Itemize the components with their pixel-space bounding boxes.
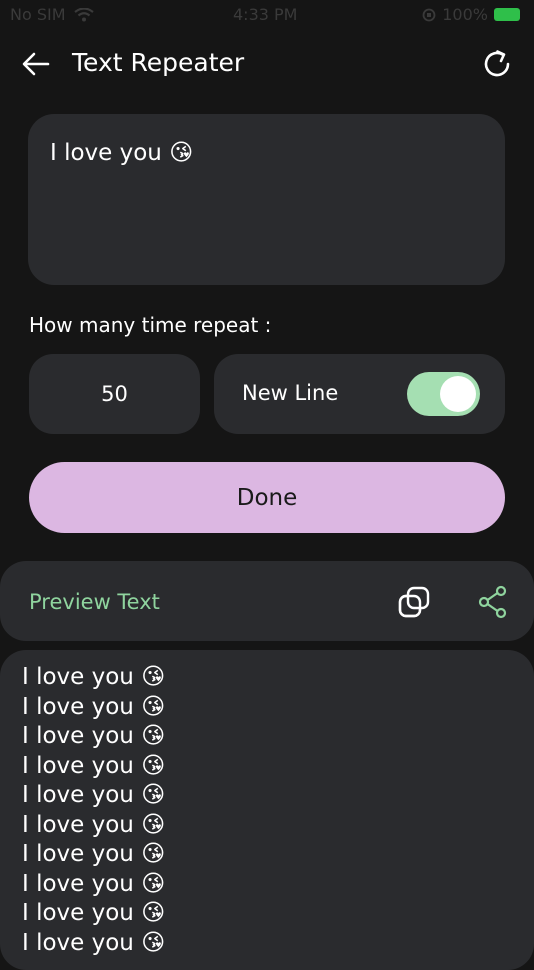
repeat-count-label: How many time repeat : — [29, 313, 272, 337]
battery-percent: 100% — [442, 5, 488, 24]
preview-text-area[interactable]: I love you 😘 I love you 😘 I love you 😘 I… — [0, 650, 534, 970]
status-bar: No SIM 4:33 PM 100% — [0, 0, 534, 30]
arrow-left-icon[interactable] — [20, 48, 52, 80]
header: Text Repeater — [0, 40, 534, 90]
wifi-icon — [74, 8, 94, 22]
preview-line: I love you 😘 — [22, 900, 166, 926]
new-line-toggle[interactable] — [407, 372, 480, 416]
battery-icon — [494, 8, 520, 21]
text-input-box[interactable]: I love you 😘 — [28, 114, 505, 285]
text-input-value: I love you 😘 — [50, 140, 194, 166]
carrier-label: No SIM — [10, 5, 66, 24]
preview-line: I love you 😘 — [22, 752, 166, 779]
page-title: Text Repeater — [72, 48, 245, 77]
preview-line: I love you 😘 — [22, 782, 166, 808]
new-line-option: New Line — [214, 354, 505, 434]
status-time: 4:33 PM — [233, 5, 298, 24]
preview-line: I love you 😘 — [22, 811, 166, 838]
status-right: 100% — [422, 5, 520, 24]
preview-line: I love you 😘 — [22, 870, 166, 897]
preview-line: I love you 😘 — [22, 693, 166, 720]
copy-icon[interactable] — [397, 585, 431, 619]
orientation-lock-icon — [422, 8, 436, 21]
refresh-icon[interactable] — [480, 47, 514, 81]
toggle-knob — [440, 376, 476, 412]
preview-line: I love you 😘 — [22, 723, 166, 749]
new-line-label: New Line — [242, 381, 339, 405]
done-button[interactable]: Done — [29, 462, 505, 533]
preview-line: I love you 😘 — [22, 664, 166, 690]
share-icon[interactable] — [478, 585, 508, 619]
preview-line: I love you 😘 — [22, 841, 166, 867]
preview-line: I love you 😘 — [22, 929, 166, 956]
preview-header: Preview Text — [0, 561, 534, 641]
preview-label: Preview Text — [29, 590, 160, 614]
repeat-count-input[interactable]: 50 — [29, 354, 200, 434]
